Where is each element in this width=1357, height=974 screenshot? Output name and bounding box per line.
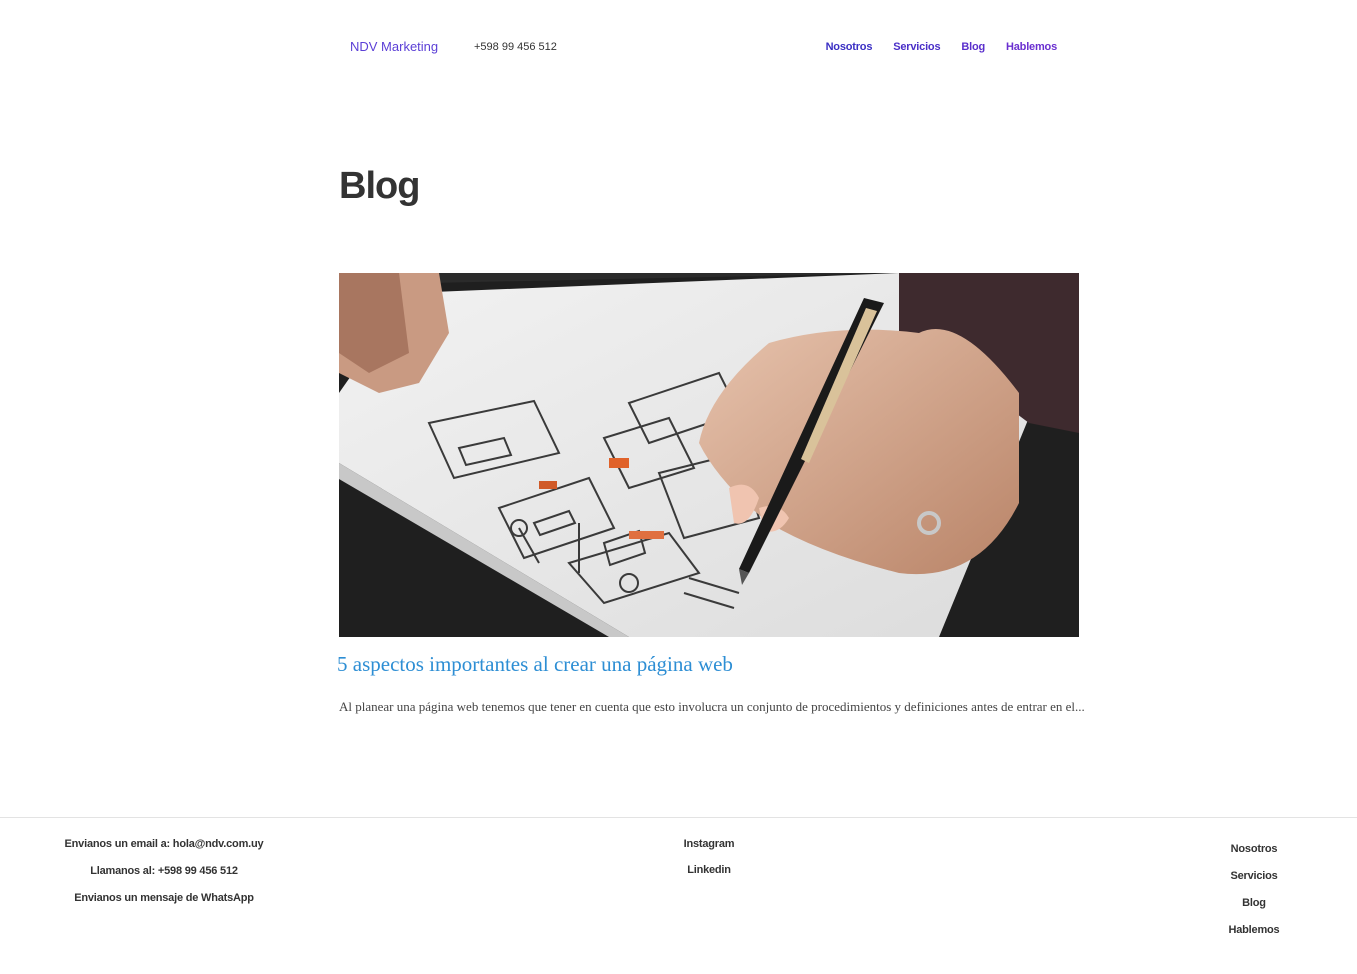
footer-nav-nosotros[interactable]: Nosotros xyxy=(1214,843,1294,856)
page-title: Blog xyxy=(339,165,420,207)
nav-blog[interactable]: Blog xyxy=(961,41,985,53)
nav-servicios[interactable]: Servicios xyxy=(893,41,940,53)
footer-nav-servicios[interactable]: Servicios xyxy=(1214,870,1294,883)
footer-email[interactable]: Envianos un email a: hola@ndv.com.uy xyxy=(44,838,284,851)
footer-nav-hablemos[interactable]: Hablemos xyxy=(1214,924,1294,937)
footer-nav: Nosotros Servicios Blog Hablemos xyxy=(1214,843,1294,951)
site-header: NDV Marketing +598 99 456 512 Nosotros S… xyxy=(0,0,1357,94)
footer-whatsapp[interactable]: Envianos un mensaje de WhatsApp xyxy=(44,892,284,905)
footer-nav-blog[interactable]: Blog xyxy=(1214,897,1294,910)
post-image[interactable] xyxy=(339,273,1079,637)
site-footer: Envianos un email a: hola@ndv.com.uy Lla… xyxy=(0,817,1357,974)
brand-link[interactable]: NDV Marketing xyxy=(350,39,438,54)
nav-nosotros[interactable]: Nosotros xyxy=(826,41,873,53)
wireframe-sketch-photo xyxy=(339,273,1079,637)
footer-social: Instagram Linkedin xyxy=(659,838,759,890)
post-excerpt: Al planear una página web tenemos que te… xyxy=(339,699,1085,714)
footer-phone[interactable]: Llamanos al: +598 99 456 512 xyxy=(44,865,284,878)
nav-hablemos[interactable]: Hablemos xyxy=(1006,41,1057,53)
footer-contact: Envianos un email a: hola@ndv.com.uy Lla… xyxy=(44,838,284,919)
header-phone: +598 99 456 512 xyxy=(474,41,557,53)
footer-linkedin-link[interactable]: Linkedin xyxy=(659,864,759,877)
post-title-link[interactable]: 5 aspectos importantes al crear una pági… xyxy=(337,652,733,677)
main-nav: Nosotros Servicios Blog Hablemos xyxy=(826,41,1058,53)
footer-instagram-link[interactable]: Instagram xyxy=(659,838,759,851)
